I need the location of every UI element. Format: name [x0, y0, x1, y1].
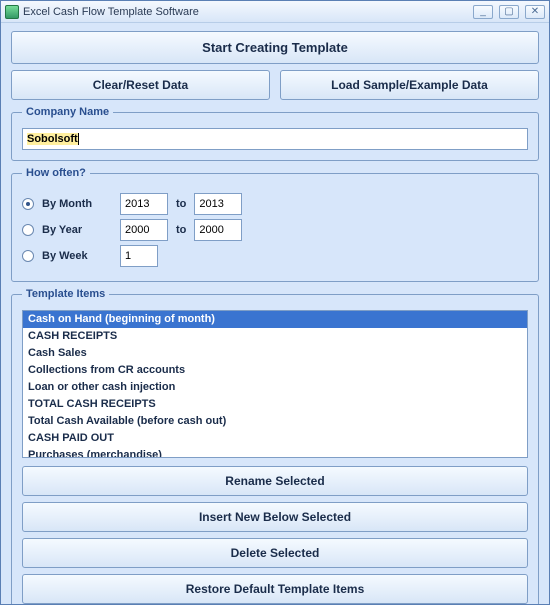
by-month-row: By Month to — [22, 193, 528, 215]
list-item[interactable]: Collections from CR accounts — [23, 362, 527, 379]
window-title: Excel Cash Flow Template Software — [23, 6, 473, 18]
restore-default-button[interactable]: Restore Default Template Items — [22, 574, 528, 604]
list-item[interactable]: Cash on Hand (beginning of month) — [23, 311, 527, 328]
how-often-group: How often? By Month to By Year to By Wee… — [11, 167, 539, 282]
start-creating-button[interactable]: Start Creating Template — [11, 31, 539, 64]
load-sample-button[interactable]: Load Sample/Example Data — [280, 70, 539, 100]
template-items-listbox[interactable]: Cash on Hand (beginning of month)CASH RE… — [22, 310, 528, 458]
client-area: Start Creating Template Clear/Reset Data… — [1, 23, 549, 604]
by-year-to-input[interactable] — [194, 219, 242, 241]
app-window: Excel Cash Flow Template Software _ ▢ ✕ … — [0, 0, 550, 605]
how-often-legend: How often? — [22, 167, 90, 179]
maximize-button[interactable]: ▢ — [499, 5, 519, 19]
by-year-from-input[interactable] — [120, 219, 168, 241]
by-year-radio[interactable] — [22, 224, 34, 236]
by-month-from-input[interactable] — [120, 193, 168, 215]
list-item[interactable]: CASH PAID OUT — [23, 430, 527, 447]
list-item[interactable]: CASH RECEIPTS — [23, 328, 527, 345]
company-name-group: Company Name Sobolsoft — [11, 106, 539, 161]
template-items-legend: Template Items — [22, 288, 109, 300]
titlebar: Excel Cash Flow Template Software _ ▢ ✕ — [1, 1, 549, 23]
by-week-row: By Week — [22, 245, 528, 267]
window-controls: _ ▢ ✕ — [473, 5, 545, 19]
to-label-month: to — [176, 198, 186, 210]
delete-selected-button[interactable]: Delete Selected — [22, 538, 528, 568]
list-item[interactable]: Loan or other cash injection — [23, 379, 527, 396]
list-item[interactable]: Purchases (merchandise) — [23, 447, 527, 458]
by-week-label: By Week — [42, 250, 112, 262]
app-icon — [5, 5, 19, 19]
insert-new-button[interactable]: Insert New Below Selected — [22, 502, 528, 532]
minimize-button[interactable]: _ — [473, 5, 493, 19]
company-name-value: Sobolsoft — [27, 133, 78, 145]
rename-selected-button[interactable]: Rename Selected — [22, 466, 528, 496]
list-item[interactable]: Cash Sales — [23, 345, 527, 362]
by-year-row: By Year to — [22, 219, 528, 241]
by-week-value-input[interactable] — [120, 245, 158, 267]
text-caret-icon — [78, 133, 79, 145]
company-name-input[interactable]: Sobolsoft — [22, 128, 528, 150]
template-items-buttons: Rename Selected Insert New Below Selecte… — [22, 466, 528, 604]
list-item[interactable]: Total Cash Available (before cash out) — [23, 413, 527, 430]
list-item[interactable]: TOTAL CASH RECEIPTS — [23, 396, 527, 413]
template-items-group: Template Items Cash on Hand (beginning o… — [11, 288, 539, 604]
by-week-radio[interactable] — [22, 250, 34, 262]
by-year-label: By Year — [42, 224, 112, 236]
clear-reset-button[interactable]: Clear/Reset Data — [11, 70, 270, 100]
close-button[interactable]: ✕ — [525, 5, 545, 19]
to-label-year: to — [176, 224, 186, 236]
by-month-radio[interactable] — [22, 198, 34, 210]
by-month-to-input[interactable] — [194, 193, 242, 215]
company-name-legend: Company Name — [22, 106, 113, 118]
by-month-label: By Month — [42, 198, 112, 210]
top-button-row: Clear/Reset Data Load Sample/Example Dat… — [11, 70, 539, 100]
